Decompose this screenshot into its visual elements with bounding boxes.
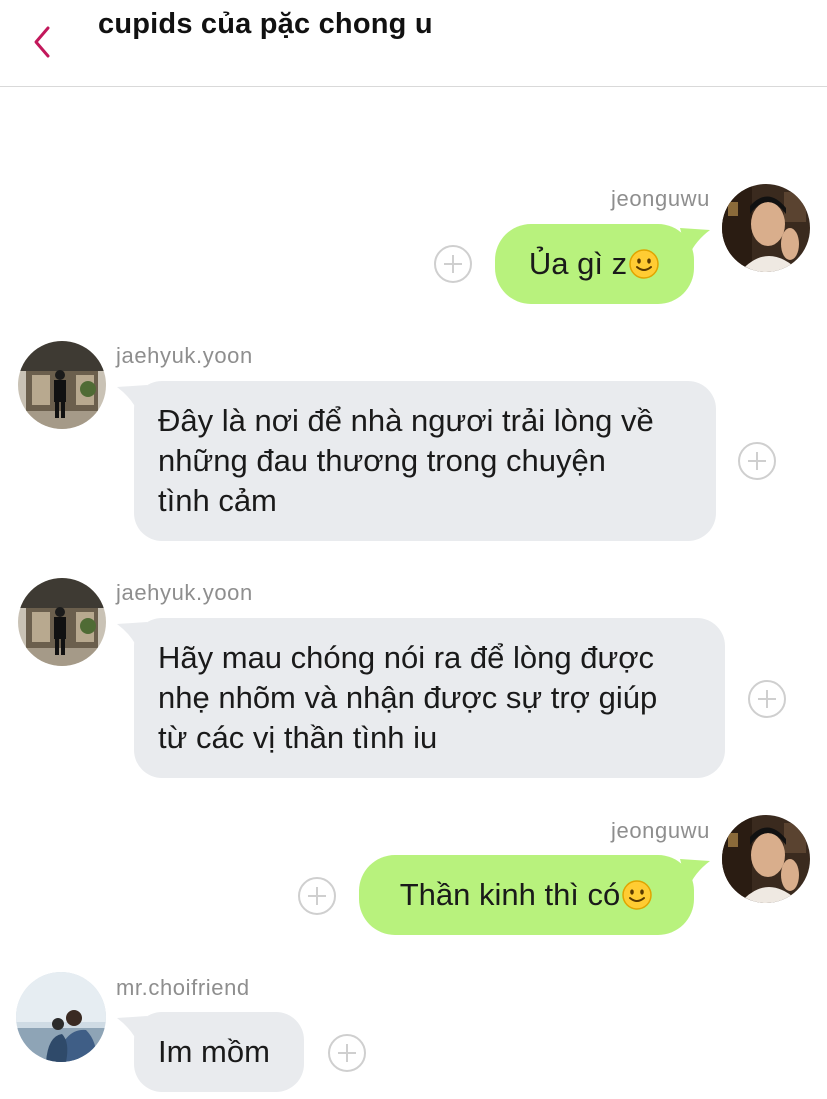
- message-text: Ủa gì z: [528, 246, 628, 281]
- chat-title: cupids của pặc chong u: [98, 8, 433, 40]
- message-bubble[interactable]: Hãy mau chóng nói ra để lòng được nhẹ nh…: [134, 618, 725, 778]
- slightly-smiling-face-icon: [629, 249, 659, 279]
- sender-name: jeonguwu: [611, 818, 710, 843]
- sender-name: jaehyuk.yoon: [116, 580, 253, 605]
- message-bubble[interactable]: Ủa gì z: [495, 224, 694, 304]
- back-button[interactable]: [22, 22, 62, 62]
- sender-name: jeonguwu: [611, 186, 710, 211]
- message-line: nhẹ nhõm và nhận được sự trợ giúp: [158, 680, 658, 715]
- message-line: từ các vị thần tình iu: [158, 720, 438, 755]
- chat-screen: cupids của pặc chong u jeonguwu Ủa gì z: [0, 0, 827, 1099]
- message-bubble[interactable]: Thần kinh thì có: [359, 855, 694, 935]
- avatar[interactable]: [18, 341, 106, 429]
- add-reaction-button[interactable]: [298, 877, 336, 915]
- message-bubble[interactable]: Im mồm: [134, 1012, 304, 1092]
- slightly-smiling-face-icon: [622, 880, 653, 910]
- add-reaction-button[interactable]: [748, 680, 786, 718]
- message-line: những đau thương trong chuyện: [158, 443, 606, 478]
- message-text: Thần kinh thì có: [399, 877, 621, 912]
- message-line: Đây là nơi để nhà ngươi trải lòng về: [158, 403, 654, 438]
- message-line: Hãy mau chóng nói ra để lòng được: [158, 640, 655, 675]
- avatar[interactable]: [722, 815, 810, 903]
- avatar[interactable]: [18, 578, 106, 666]
- message-text: Im mồm: [158, 1034, 270, 1069]
- sender-name: jaehyuk.yoon: [116, 343, 253, 368]
- add-reaction-button[interactable]: [738, 442, 776, 480]
- bubble-tail: [680, 859, 710, 889]
- sender-name: mr.choifriend: [116, 975, 250, 1000]
- message-bubble[interactable]: Đây là nơi để nhà ngươi trải lòng về nhữ…: [134, 381, 716, 541]
- add-reaction-button[interactable]: [434, 245, 472, 283]
- chat-header: cupids của pặc chong u: [0, 0, 827, 87]
- avatar[interactable]: [722, 184, 810, 272]
- add-reaction-button[interactable]: [328, 1034, 366, 1072]
- message-line: tình cảm: [158, 483, 277, 518]
- chevron-left-icon: [34, 26, 50, 58]
- avatar[interactable]: [16, 972, 106, 1062]
- bubble-tail: [680, 228, 710, 258]
